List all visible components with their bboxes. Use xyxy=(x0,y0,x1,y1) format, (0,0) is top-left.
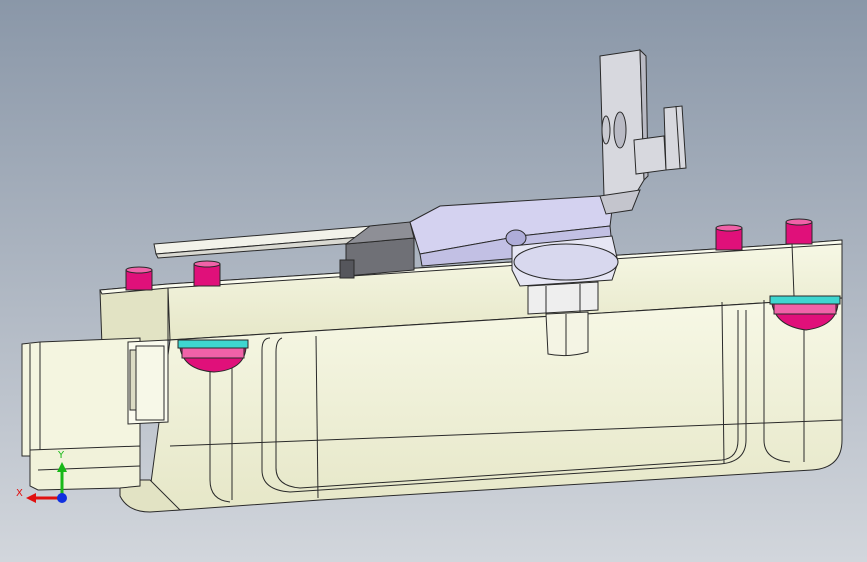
motor-housing xyxy=(345,237,415,277)
cad-graphics-viewport[interactable]: X Y xyxy=(0,0,867,562)
triad-x-label: X xyxy=(16,488,23,499)
bracket-tab xyxy=(633,135,667,175)
fastener-pin-top xyxy=(785,218,813,226)
bracket-hole xyxy=(613,111,627,149)
shaft-stud xyxy=(545,311,589,357)
lever-arm-pivot xyxy=(505,229,527,247)
model-view[interactable]: X Y xyxy=(0,0,867,562)
fastener-pin-top xyxy=(193,260,221,268)
shaft-flange-ring xyxy=(513,243,619,281)
bracket-hole xyxy=(601,115,611,145)
fastener-pin-top xyxy=(125,266,153,274)
motor-base xyxy=(339,259,355,279)
screw-washer xyxy=(177,339,249,349)
triad-y-label: Y xyxy=(57,450,65,461)
screw-head-face xyxy=(773,303,837,315)
connector-clip xyxy=(135,345,165,421)
bracket-hook xyxy=(663,105,687,171)
fastener-pin-top xyxy=(715,224,743,232)
screw-washer xyxy=(769,295,841,305)
screw-head-face xyxy=(181,347,245,359)
connector-slot xyxy=(129,349,137,411)
shaft-nut xyxy=(527,281,599,315)
triad-z-axis xyxy=(57,493,67,503)
